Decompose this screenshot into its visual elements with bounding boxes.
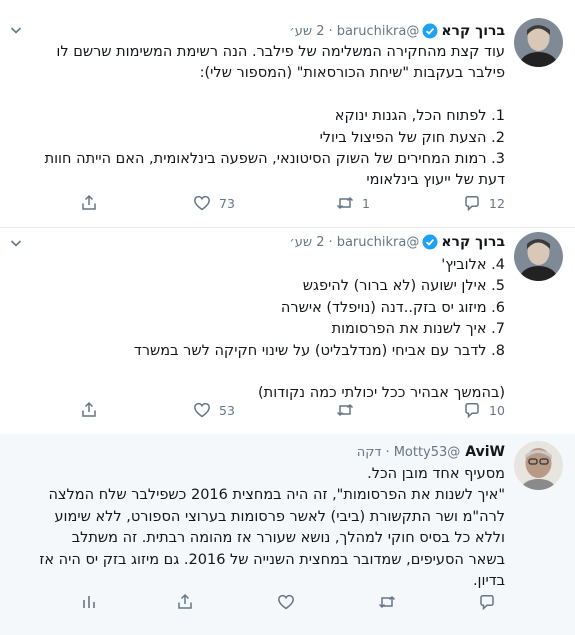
tweet-line: מסעיף אחד מובן הכל.: [367, 466, 505, 482]
tweet-text: 4. אלוביץ' 5. אילן ישועה (לא ברור) להיפג…: [12, 255, 505, 405]
reply-button[interactable]: 12: [463, 193, 505, 213]
share-button[interactable]: [80, 400, 98, 420]
tweet-line: דעת של ייעוץ בינלאומי: [366, 172, 505, 189]
timestamp[interactable]: 2 שע׳: [289, 24, 324, 39]
tweet-line: 6. מיזוג יס בזק..דנה (נויפלד) אישרה: [280, 299, 505, 316]
retweet-button[interactable]: 1: [336, 193, 370, 213]
tweet-line: 7. איך לשנות את הפרסומות: [331, 321, 505, 338]
verified-badge-icon: [422, 23, 438, 39]
user-handle[interactable]: @baruchikra: [337, 24, 420, 39]
tweet-line: 3. רמות המחירים של השוק הסיטונאי, השפעה …: [44, 151, 505, 168]
dot-separator: ·: [328, 23, 333, 39]
tweet-line: "איך לשנות את הפרסומות", זה היה במחצית 2…: [48, 487, 505, 504]
analytics-icon: [83, 596, 95, 608]
avatar[interactable]: [514, 18, 563, 67]
tweet-actions: [80, 592, 505, 612]
tweet-1[interactable]: ברוך קרא @baruchikra · 2 שע׳ עוד קצת מהח…: [0, 0, 575, 227]
avatar-image: [514, 232, 563, 281]
avatar-image: [514, 18, 563, 67]
like-count: 73: [219, 195, 235, 211]
tweet-header: ברוך קרא @baruchikra · 2 שע׳: [30, 231, 505, 253]
user-handle[interactable]: @baruchikra: [337, 235, 420, 250]
reply-button[interactable]: [478, 592, 496, 612]
timestamp[interactable]: דקה: [357, 445, 382, 460]
user-handle[interactable]: @Motty53: [394, 445, 461, 460]
display-name[interactable]: ברוך קרא: [441, 23, 505, 39]
display-name[interactable]: AviW: [465, 444, 505, 460]
tweet-header: ברוך קרא @baruchikra · 2 שע׳: [30, 20, 505, 42]
retweet-button[interactable]: [336, 400, 354, 420]
analytics-button[interactable]: [80, 592, 98, 612]
tweet-line: 1. לפתוח הכל, הגנות ינוקא: [334, 108, 505, 125]
tweet-line: 8. לדבר עם אביחי (מנדלבליט) על שינוי חקי…: [133, 342, 505, 359]
reply-count: 10: [489, 402, 505, 418]
tweet-2[interactable]: ברוך קרא @baruchikra · 2 שע׳ 4. אלוביץ' …: [0, 227, 575, 434]
tweet-line: לרה"מ ושר התקשורת (ביבי) לאשר פרסומות בע…: [54, 508, 505, 525]
heart-icon: [278, 594, 294, 610]
share-icon: [82, 401, 96, 417]
tweet-line: 2. הצעת חוק של הפיצול ביולי: [319, 129, 505, 146]
tweet-feed: ברוך קרא @baruchikra · 2 שע׳ עוד קצת מהח…: [0, 0, 575, 635]
tweet-text: מסעיף אחד מובן הכל. "איך לשנות את הפרסומ…: [12, 464, 505, 592]
reply-icon: [480, 594, 494, 611]
like-button[interactable]: 73: [193, 193, 235, 213]
tweet-line: בדיון.: [472, 573, 505, 590]
tweet-actions: 73 1 12: [80, 193, 505, 213]
tweet-line: 4. אלוביץ': [441, 257, 505, 273]
share-icon: [82, 194, 96, 210]
heart-icon: [194, 402, 210, 418]
dot-separator: ·: [385, 444, 390, 460]
tweet-line: עוד קצת מהחקירה המשלימה של פילבר. הנה רש…: [56, 44, 505, 60]
retweet-icon: [378, 595, 396, 609]
retweet-icon: [336, 196, 354, 210]
chevron-down-icon[interactable]: [8, 22, 24, 38]
tweet-text: עוד קצת מהחקירה המשלימה של פילבר. הנה רש…: [12, 42, 505, 192]
tweet-line-blank: [12, 85, 505, 106]
retweet-button[interactable]: [378, 592, 396, 612]
like-count: 53: [219, 402, 235, 418]
tweet-header: AviW @Motty53 · דקה: [30, 441, 505, 463]
retweet-icon: [336, 403, 354, 417]
reply-button[interactable]: 10: [463, 400, 505, 420]
tweet-line: בשאר הסעיפים, שמדובר במחצית השנייה של 20…: [39, 551, 505, 568]
share-button[interactable]: [80, 193, 98, 213]
tweet-line: פילבר בעקבות "שיחת הכורסאות" (המספור שלי…: [199, 65, 505, 82]
reply-count: 12: [489, 195, 505, 211]
heart-icon: [194, 195, 210, 211]
tweet-line: 5. אילן ישועה (לא ברור) להיפגש: [302, 278, 505, 295]
avatar-image: [514, 441, 563, 490]
like-button[interactable]: [277, 592, 295, 612]
like-button[interactable]: 53: [193, 400, 235, 420]
chevron-down-icon[interactable]: [8, 235, 24, 251]
tweet-line-blank: [12, 362, 505, 383]
share-icon: [178, 593, 192, 609]
display-name[interactable]: ברוך קרא: [441, 234, 505, 250]
avatar[interactable]: [514, 441, 563, 490]
verified-badge-icon: [422, 234, 438, 250]
share-button[interactable]: [176, 592, 194, 612]
timestamp[interactable]: 2 שע׳: [289, 235, 324, 250]
tweet-line: וללא כל בסיס חוקי למהלך, נושא שעורר אז מ…: [71, 530, 505, 547]
retweet-count: 1: [362, 195, 370, 211]
avatar[interactable]: [514, 232, 563, 281]
reply-icon: [465, 402, 479, 419]
tweet-3-reply[interactable]: AviW @Motty53 · דקה מסעיף אחד מובן הכל. …: [0, 434, 575, 635]
tweet-actions: 53 10: [80, 400, 505, 420]
reply-icon: [465, 195, 479, 212]
dot-separator: ·: [328, 234, 333, 250]
